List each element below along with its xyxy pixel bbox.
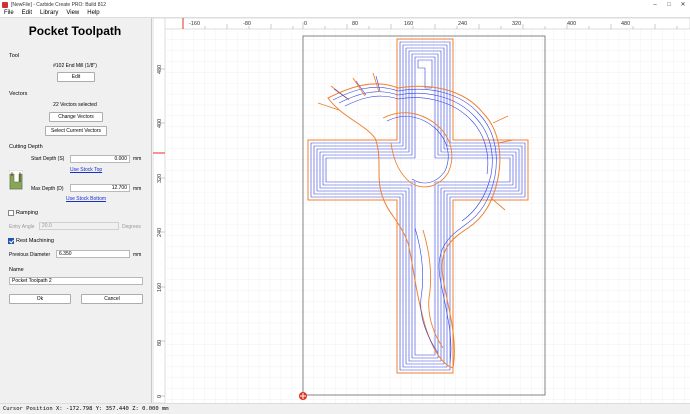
ruler-label: -160 [189, 21, 200, 27]
previous-diameter-label: Previous Diameter [9, 252, 51, 258]
ruler-label: 80 [352, 21, 358, 27]
rest-machining-checkbox[interactable] [8, 238, 14, 244]
maximize-icon[interactable]: □ [662, 0, 676, 9]
select-current-vectors-button[interactable]: Select Current Vectors [45, 126, 107, 136]
ruler-label: 160 [404, 21, 413, 27]
menu-view[interactable]: View [62, 10, 83, 16]
canvas-grid [166, 30, 690, 403]
design-canvas[interactable]: -160 -80 0 80 160 240 320 400 480 480 40… [153, 18, 690, 403]
vectors-selected-count: 22 Vectors selected [53, 102, 97, 108]
use-stock-bottom-link[interactable]: Use Stock Bottom [66, 196, 106, 202]
change-vectors-button[interactable]: Change Vectors [49, 112, 103, 122]
status-bar: Cursor Position X: -172.798 Y: 357.440 Z… [0, 403, 690, 414]
cut-depth-diagram-icon [9, 170, 23, 190]
menu-file[interactable]: File [0, 10, 18, 16]
ruler-label: 80 [157, 340, 163, 346]
cancel-button[interactable]: Cancel [81, 294, 143, 304]
pocket-toolpath-panel: Pocket Toolpath Tool #102 End Mill (1/8"… [0, 18, 152, 403]
entry-angle-input: 20.0 [39, 222, 119, 230]
max-depth-input[interactable]: 12.700 [70, 184, 130, 192]
tool-name: #102 End Mill (1/8") [53, 63, 97, 69]
toolpath-name-input[interactable]: Pocket Toolpath 2 [9, 277, 143, 285]
ruler-label: 480 [157, 65, 163, 74]
cutting-depth-section-label: Cutting Depth [9, 144, 43, 150]
ruler-label: 480 [621, 21, 630, 27]
origin-icon [299, 392, 307, 400]
ruler-label: 160 [157, 283, 163, 292]
window-title: [NewFile] - Carbide Create PRO: Build 81… [11, 1, 107, 8]
max-depth-unit: mm [133, 186, 142, 192]
ruler-label: 400 [567, 21, 576, 27]
vectors-section-label: Vectors [9, 91, 28, 97]
use-stock-top-link[interactable]: Use Stock Top [70, 167, 102, 173]
menu-library[interactable]: Library [36, 10, 62, 16]
tool-section-label: Tool [9, 53, 20, 59]
start-depth-label: Start Depth (S) [31, 156, 65, 162]
canvas-drawing[interactable]: -160 -80 0 80 160 240 320 400 480 480 40… [153, 18, 690, 403]
previous-diameter-input[interactable]: 6.350 [56, 250, 130, 258]
ruler-label: 0 [157, 395, 163, 398]
max-depth-label: Max Depth (D) [31, 186, 64, 192]
start-depth-input[interactable]: 0.000 [70, 155, 130, 163]
app-icon [2, 1, 8, 8]
ok-button[interactable]: Ok [9, 294, 71, 304]
edit-tool-button[interactable]: Edit [57, 72, 95, 82]
start-depth-unit: mm [133, 156, 142, 162]
entry-angle-unit: Degrees [122, 224, 141, 230]
menu-edit[interactable]: Edit [18, 10, 36, 16]
menu-bar: File Edit Library View Help [0, 9, 690, 18]
entry-angle-label: Entry Angle [9, 224, 35, 230]
ruler-label: 240 [458, 21, 467, 27]
title-bar: [NewFile] - Carbide Create PRO: Build 81… [0, 0, 690, 9]
window-controls: – □ ✕ [648, 0, 690, 9]
ruler-label: 320 [157, 174, 163, 183]
rest-machining-label: Rest Machining [16, 238, 54, 244]
ruler-label: 320 [512, 21, 521, 27]
panel-title: Pocket Toolpath [28, 24, 122, 38]
ruler-label: -80 [243, 21, 251, 27]
horizontal-ruler [153, 18, 690, 30]
ramping-label: Ramping [16, 210, 39, 216]
minimize-icon[interactable]: – [648, 0, 662, 9]
ruler-label: 400 [157, 119, 163, 128]
cursor-position: Cursor Position X: -172.798 Y: 357.440 Z… [3, 406, 169, 412]
ruler-label: 0 [304, 21, 307, 27]
name-section-label: Name [9, 267, 24, 273]
close-icon[interactable]: ✕ [676, 0, 690, 9]
previous-diameter-unit: mm [133, 252, 142, 258]
menu-help[interactable]: Help [83, 10, 103, 16]
ruler-label: 240 [157, 228, 163, 237]
ramping-checkbox[interactable] [8, 210, 14, 216]
